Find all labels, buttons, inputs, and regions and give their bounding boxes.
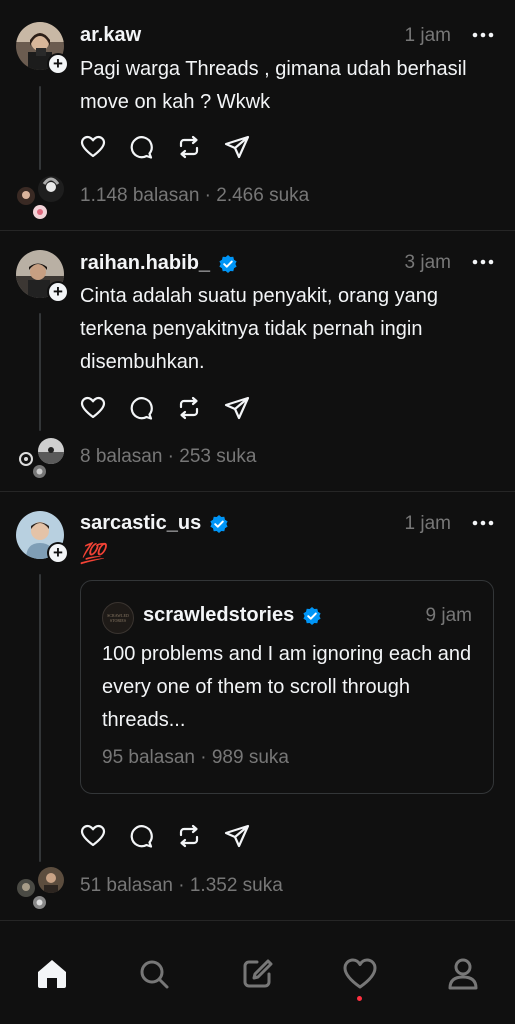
username[interactable]: sarcastic_us	[80, 512, 229, 535]
post-stats[interactable]: 1.148 balasan · 2.466 suka	[80, 185, 309, 207]
home-icon[interactable]	[34, 956, 70, 992]
replier-avatar	[33, 205, 47, 219]
quoted-stats[interactable]: 95 balasan · 989 suka	[102, 747, 289, 769]
post-time: 1 jam	[404, 513, 451, 534]
activity-heart-icon[interactable]	[342, 956, 378, 992]
post-ar-kaw[interactable]: + ar.kaw 1 jam Pagi warga Threads , gima…	[0, 0, 515, 230]
follow-button[interactable]: +	[47, 542, 69, 564]
username[interactable]: raihan.habib_	[80, 252, 238, 275]
post-stats[interactable]: 51 balasan · 1.352 suka	[80, 875, 283, 897]
more-options-icon[interactable]	[471, 511, 495, 535]
quoted-time: 9 jam	[425, 605, 472, 626]
post-text: Cinta adalah suatu penyakit, orang yang …	[80, 285, 439, 373]
more-options-icon[interactable]	[471, 250, 495, 274]
verified-badge-icon	[210, 514, 228, 533]
repost-icon[interactable]	[176, 395, 202, 421]
like-icon[interactable]	[80, 134, 106, 160]
share-icon[interactable]	[224, 134, 250, 160]
verified-badge-icon	[303, 606, 321, 625]
quoted-username[interactable]: scrawledstories	[143, 604, 322, 627]
reply-icon[interactable]	[128, 823, 154, 849]
thread-line	[39, 574, 41, 862]
quoted-post[interactable]: SCRAWLED STORIES scrawledstories 9 jam 1…	[80, 580, 494, 794]
reply-icon[interactable]	[128, 395, 154, 421]
post-text: Pagi warga Threads , gimana udah berhasi…	[80, 58, 467, 113]
post-time: 3 jam	[404, 252, 451, 273]
repost-icon[interactable]	[176, 823, 202, 849]
bottom-nav	[0, 926, 515, 1024]
thread-line	[39, 313, 41, 431]
like-icon[interactable]	[80, 395, 106, 421]
post-stats[interactable]: 8 balasan · 253 suka	[80, 446, 256, 468]
compose-icon[interactable]	[239, 956, 275, 992]
username[interactable]: ar.kaw	[80, 24, 141, 47]
repost-icon[interactable]	[176, 134, 202, 160]
post-text: 💯	[80, 543, 105, 565]
post-raihan-habib[interactable]: + raihan.habib_ 3 jam Cinta adalah suatu…	[0, 231, 515, 491]
replier-avatar	[17, 879, 35, 897]
replier-avatar	[38, 438, 64, 464]
more-options-icon[interactable]	[471, 23, 495, 47]
quoted-text: 100 problems and I am ignoring each and …	[102, 643, 472, 731]
post-time: 1 jam	[404, 25, 451, 46]
replier-avatar	[38, 176, 64, 202]
share-icon[interactable]	[224, 395, 250, 421]
replier-avatar	[38, 867, 64, 893]
follow-button[interactable]: +	[47, 53, 69, 75]
verified-badge-icon	[219, 254, 237, 273]
replier-avatar	[33, 896, 46, 909]
reply-icon[interactable]	[128, 134, 154, 160]
post-actions	[80, 823, 250, 849]
notification-dot	[357, 996, 362, 1001]
replier-avatar	[33, 465, 46, 478]
follow-button[interactable]: +	[47, 281, 69, 303]
profile-icon[interactable]	[445, 956, 481, 992]
thread-line	[39, 86, 41, 170]
divider	[0, 920, 515, 921]
post-actions	[80, 395, 250, 421]
like-icon[interactable]	[80, 823, 106, 849]
quoted-avatar[interactable]: SCRAWLED STORIES	[102, 602, 134, 634]
post-actions	[80, 134, 250, 160]
search-icon[interactable]	[136, 956, 172, 992]
share-icon[interactable]	[224, 823, 250, 849]
replier-avatar	[17, 450, 35, 468]
post-sarcastic-us[interactable]: + sarcastic_us 1 jam 💯 SCRAWLED STORIES …	[0, 492, 515, 920]
replier-avatar	[17, 187, 35, 205]
